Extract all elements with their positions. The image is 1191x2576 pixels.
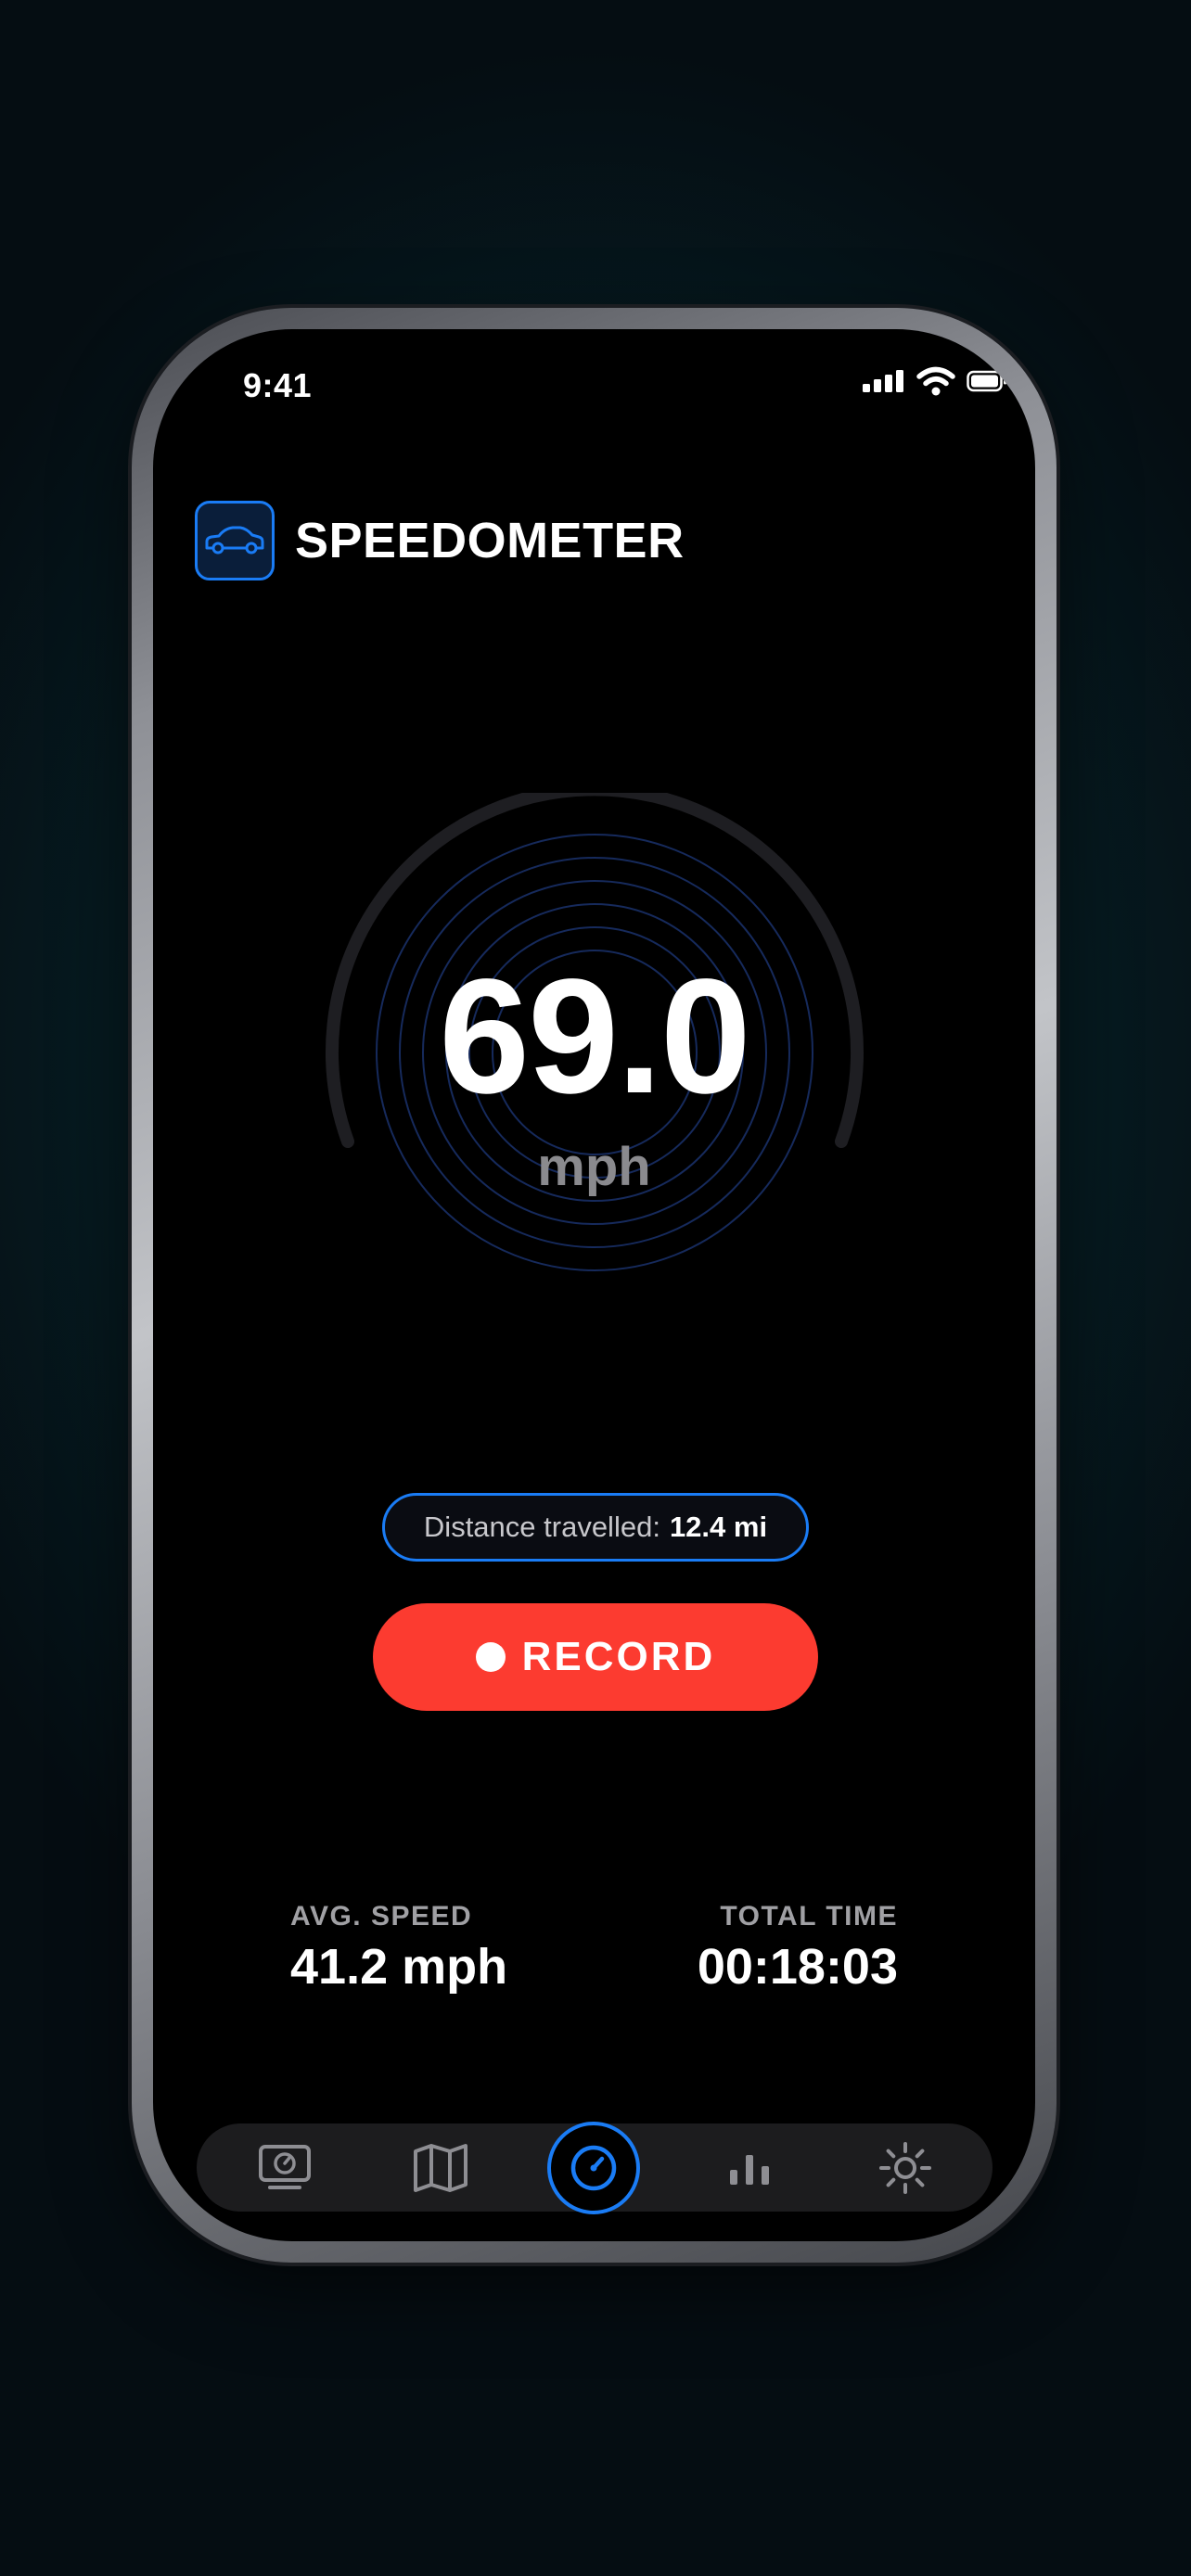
- avg-speed-value: 41.2 mph: [290, 1939, 508, 1995]
- speed-unit: mph: [537, 1137, 651, 1197]
- tab-map[interactable]: [396, 2123, 484, 2212]
- distance-value: 12.4 mi: [669, 1511, 768, 1543]
- app-title: SPEEDOMETER: [295, 513, 685, 568]
- car-icon: [205, 526, 264, 555]
- avg-speed-stat: AVG. SPEED 41.2 mph: [290, 1901, 507, 1996]
- record-dot-icon: [475, 1642, 506, 1672]
- total-time-stat: TOTAL TIME 00:18:03: [698, 1901, 898, 1996]
- tab-speedometer[interactable]: [547, 2122, 640, 2214]
- record-label: RECORD: [521, 1634, 716, 1679]
- app-logo: [195, 501, 275, 580]
- speedometer-icon: [570, 2145, 617, 2191]
- bar-chart-icon: [729, 2154, 769, 2185]
- app-header: SPEEDOMETER: [195, 501, 685, 580]
- phone-screen: 9:41 SPEEDOMETER 69.0 mph Distance trave…: [153, 329, 1035, 2241]
- cellular-signal-icon: [863, 370, 903, 392]
- dashboard-monitor-icon: [258, 2144, 311, 2189]
- total-time-value: 00:18:03: [697, 1939, 898, 1995]
- sun-settings-icon: [878, 2141, 931, 2194]
- total-time-label: TOTAL TIME: [720, 1901, 898, 1932]
- tab-stats[interactable]: [705, 2123, 793, 2212]
- distance-label: Distance travelled:: [423, 1511, 660, 1543]
- status-icons: [863, 366, 1007, 396]
- avg-speed-label: AVG. SPEED: [290, 1901, 473, 1932]
- battery-icon: [967, 370, 1006, 392]
- status-time: 9:41: [243, 366, 313, 404]
- record-button[interactable]: RECORD: [373, 1603, 818, 1711]
- map-icon: [413, 2143, 467, 2192]
- tab-dashboard[interactable]: [240, 2123, 328, 2212]
- speed-value: 69.0: [439, 946, 751, 1128]
- tab-bar: [197, 2122, 992, 2214]
- wifi-icon: [916, 366, 955, 396]
- distance-travelled-badge: Distance travelled: 12.4 mi: [382, 1493, 809, 1562]
- tab-settings[interactable]: [861, 2123, 949, 2212]
